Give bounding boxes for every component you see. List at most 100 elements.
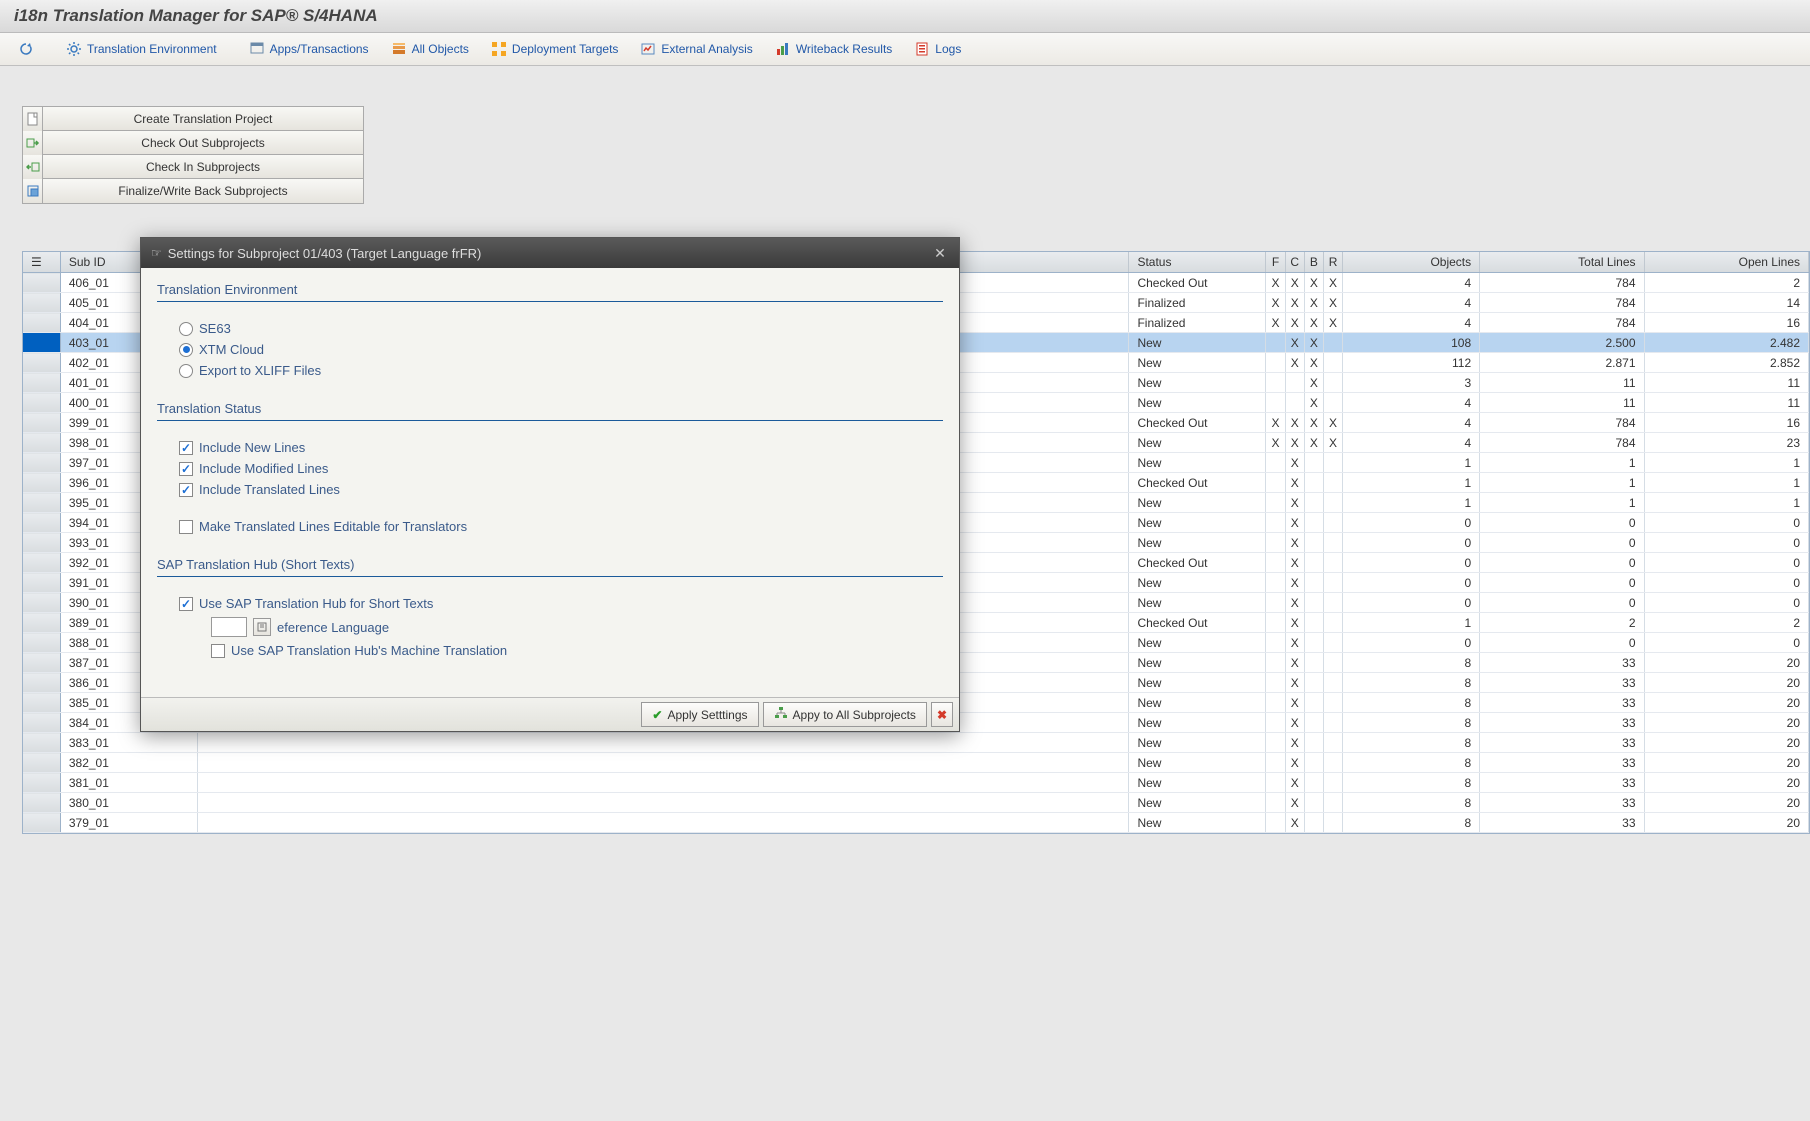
col-b[interactable]: B: [1304, 252, 1323, 273]
checkin-subprojects-button[interactable]: Check In Subprojects: [23, 155, 363, 179]
row-handle[interactable]: [23, 293, 60, 313]
dialog-close-button[interactable]: ✕: [931, 244, 949, 262]
apply-settings-button[interactable]: ✔ Apply Setttings: [641, 702, 758, 727]
cell-r: [1323, 593, 1342, 613]
row-handle[interactable]: [23, 753, 60, 773]
chk-editable-row[interactable]: Make Translated Lines Editable for Trans…: [157, 516, 943, 537]
checkbox-use-sth[interactable]: [179, 597, 193, 611]
table-select-all[interactable]: ☰: [23, 252, 60, 273]
apply-all-subprojects-button[interactable]: Appy to All Subprojects: [763, 702, 927, 727]
table-row[interactable]: 383_01NewX83320: [23, 733, 1809, 753]
cell-b: [1304, 453, 1323, 473]
row-handle[interactable]: [23, 333, 60, 353]
cell-total: 33: [1480, 773, 1644, 793]
row-handle[interactable]: [23, 713, 60, 733]
tab-all-objects[interactable]: All Objects: [383, 37, 477, 61]
row-handle[interactable]: [23, 473, 60, 493]
checkout-subprojects-button[interactable]: Check Out Subprojects: [23, 131, 363, 155]
checkbox-include-translated[interactable]: [179, 483, 193, 497]
chk-sth-mt-row[interactable]: Use SAP Translation Hub's Machine Transl…: [157, 640, 943, 661]
table-row[interactable]: 382_01NewX83320: [23, 753, 1809, 773]
col-status[interactable]: Status: [1129, 252, 1266, 273]
row-handle[interactable]: [23, 633, 60, 653]
radio-export-xliff[interactable]: [179, 364, 193, 378]
row-handle[interactable]: [23, 773, 60, 793]
cell-f: [1266, 473, 1285, 493]
checkbox-include-new[interactable]: [179, 441, 193, 455]
row-handle[interactable]: [23, 733, 60, 753]
row-handle[interactable]: [23, 433, 60, 453]
row-handle[interactable]: [23, 493, 60, 513]
cell-total: 1: [1480, 453, 1644, 473]
row-handle[interactable]: [23, 613, 60, 633]
chk-trans-row[interactable]: Include Translated Lines: [157, 479, 943, 500]
cell-open: 1: [1644, 493, 1808, 513]
reference-language-input[interactable]: [211, 617, 247, 637]
checkbox-use-sth-mt[interactable]: [211, 644, 225, 658]
row-handle[interactable]: [23, 273, 60, 293]
cell-f: [1266, 813, 1285, 833]
cancel-button[interactable]: ✖: [931, 702, 953, 727]
row-handle[interactable]: [23, 413, 60, 433]
cell-f: [1266, 493, 1285, 513]
value-help-button[interactable]: [253, 618, 271, 636]
chk-mod-row[interactable]: Include Modified Lines: [157, 458, 943, 479]
radio-se63-row[interactable]: SE63: [157, 318, 943, 339]
row-handle[interactable]: [23, 513, 60, 533]
table-row[interactable]: 379_01NewX83320: [23, 813, 1809, 833]
row-handle[interactable]: [23, 693, 60, 713]
row-handle[interactable]: [23, 593, 60, 613]
col-r[interactable]: R: [1323, 252, 1342, 273]
tab-external-analysis[interactable]: External Analysis: [632, 37, 760, 61]
refresh-button[interactable]: [10, 37, 42, 61]
cell-total: 784: [1480, 313, 1644, 333]
row-handle[interactable]: [23, 313, 60, 333]
tab-logs-label: Logs: [935, 42, 961, 56]
radio-xtm-cloud[interactable]: [179, 343, 193, 357]
row-handle[interactable]: [23, 353, 60, 373]
col-objects[interactable]: Objects: [1343, 252, 1480, 273]
cell-status: New: [1129, 753, 1266, 773]
cell-f: [1266, 693, 1285, 713]
col-open-lines[interactable]: Open Lines: [1644, 252, 1808, 273]
cell-b: [1304, 713, 1323, 733]
cell-objects: 4: [1343, 413, 1480, 433]
checkbox-include-modified[interactable]: [179, 462, 193, 476]
row-handle[interactable]: [23, 573, 60, 593]
row-handle[interactable]: [23, 653, 60, 673]
row-handle[interactable]: [23, 813, 60, 833]
cell-c: X: [1285, 473, 1304, 493]
row-handle[interactable]: [23, 453, 60, 473]
table-row[interactable]: 380_01NewX83320: [23, 793, 1809, 813]
radio-se63[interactable]: [179, 322, 193, 336]
row-handle[interactable]: [23, 393, 60, 413]
cell-status: New: [1129, 733, 1266, 753]
tab-apps-transactions[interactable]: Apps/Transactions: [241, 37, 377, 61]
deploy-icon: [491, 41, 507, 57]
row-handle[interactable]: [23, 553, 60, 573]
chk-trans-label: Include Translated Lines: [199, 482, 340, 497]
row-handle[interactable]: [23, 793, 60, 813]
chk-sth-row[interactable]: Use SAP Translation Hub for Short Texts: [157, 593, 943, 614]
finalize-writeback-button[interactable]: Finalize/Write Back Subprojects: [23, 179, 363, 203]
tab-writeback-results[interactable]: Writeback Results: [767, 37, 900, 61]
chk-new-row[interactable]: Include New Lines: [157, 437, 943, 458]
col-total-lines[interactable]: Total Lines: [1480, 252, 1644, 273]
radio-xtm-row[interactable]: XTM Cloud: [157, 339, 943, 360]
tab-logs[interactable]: Logs: [906, 37, 969, 61]
cell-open: 20: [1644, 793, 1808, 813]
dialog-titlebar[interactable]: ☞ Settings for Subproject 01/403 (Target…: [141, 238, 959, 268]
cell-objects: 112: [1343, 353, 1480, 373]
tab-deployment-targets[interactable]: Deployment Targets: [483, 37, 627, 61]
row-handle[interactable]: [23, 373, 60, 393]
cell-b: [1304, 493, 1323, 513]
checkbox-make-editable[interactable]: [179, 520, 193, 534]
col-c[interactable]: C: [1285, 252, 1304, 273]
row-handle[interactable]: [23, 673, 60, 693]
col-f[interactable]: F: [1266, 252, 1285, 273]
table-row[interactable]: 381_01NewX83320: [23, 773, 1809, 793]
row-handle[interactable]: [23, 533, 60, 553]
radio-xliff-row[interactable]: Export to XLIFF Files: [157, 360, 943, 381]
create-project-button[interactable]: Create Translation Project: [23, 107, 363, 131]
tab-translation-env[interactable]: Translation Environment: [58, 37, 225, 61]
